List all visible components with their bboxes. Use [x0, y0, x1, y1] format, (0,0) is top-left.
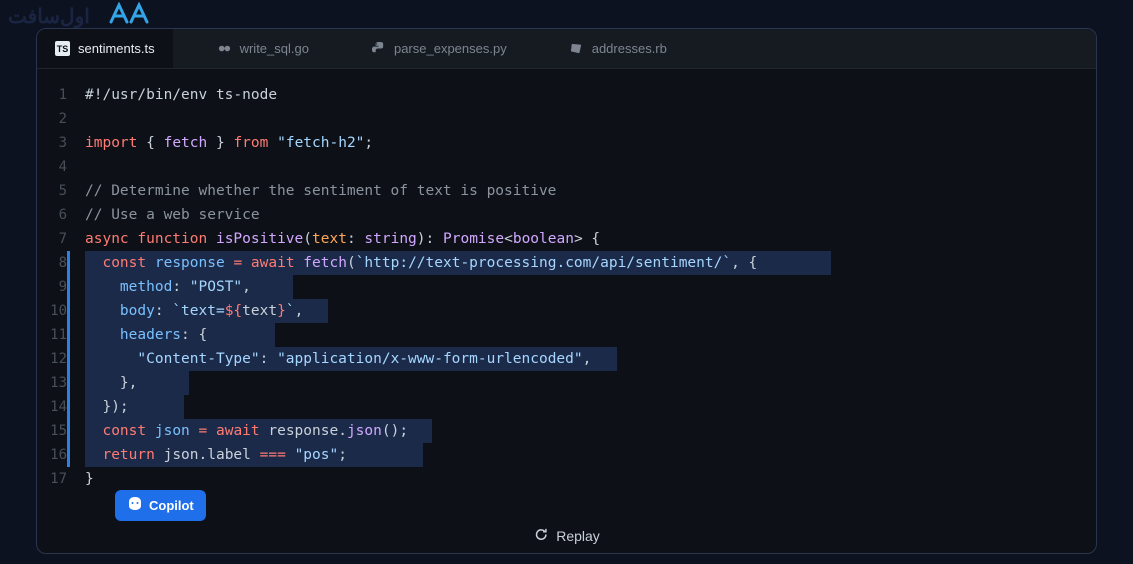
code-line[interactable]: "Content-Type": "application/x-www-form-… [85, 347, 1096, 371]
code-line[interactable] [85, 155, 1096, 179]
code-line[interactable]: } [85, 467, 1096, 491]
code-content[interactable]: #!/usr/bin/env ts-node import { fetch } f… [85, 83, 1096, 539]
code-line[interactable]: }, [85, 371, 1096, 395]
tab-label: parse_expenses.py [394, 41, 507, 56]
tab-sentiments-ts[interactable]: TS sentiments.ts [37, 29, 173, 68]
tab-parse_expenses-py[interactable]: parse_expenses.py [353, 29, 525, 68]
brand-logo [105, 2, 153, 26]
tab-label: sentiments.ts [78, 41, 155, 56]
ruby-icon [569, 41, 584, 56]
editor-window: TS sentiments.ts write_sql.go parse_expense… [36, 28, 1097, 554]
typescript-icon: TS [55, 41, 70, 56]
code-line[interactable]: async function isPositive(text: string):… [85, 227, 1096, 251]
code-line[interactable]: // Determine whether the sentiment of te… [85, 179, 1096, 203]
code-line[interactable]: // Use a web service [85, 203, 1096, 227]
copilot-button[interactable]: Copilot [115, 490, 206, 521]
code-line[interactable]: import { fetch } from "fetch-h2"; [85, 131, 1096, 155]
code-area[interactable]: 1234567891011121314151617 #!/usr/bin/env… [37, 69, 1096, 553]
code-line[interactable]: const json = await response.json(); [85, 419, 1096, 443]
code-line[interactable]: const response = await fetch(`http://tex… [85, 251, 1096, 275]
code-line[interactable]: }); [85, 395, 1096, 419]
tab-bar: TS sentiments.ts write_sql.go parse_expense… [37, 29, 1096, 69]
replay-button[interactable]: Replay [533, 527, 600, 545]
code-line[interactable]: headers: { [85, 323, 1096, 347]
line-gutter: 1234567891011121314151617 [37, 83, 85, 539]
replay-icon [533, 527, 548, 545]
tab-label: write_sql.go [240, 41, 309, 56]
replay-label: Replay [556, 528, 600, 544]
code-line[interactable]: #!/usr/bin/env ts-node [85, 83, 1096, 107]
copilot-icon [127, 496, 143, 515]
tab-label: addresses.rb [592, 41, 667, 56]
tab-write_sql-go[interactable]: write_sql.go [199, 29, 327, 68]
code-line[interactable]: method: "POST", [85, 275, 1096, 299]
python-icon [371, 41, 386, 56]
go-icon [217, 41, 232, 56]
code-line[interactable] [85, 107, 1096, 131]
tab-addresses-rb[interactable]: addresses.rb [551, 29, 685, 68]
copilot-label: Copilot [149, 498, 194, 513]
code-line[interactable]: body: `text=${text}`, [85, 299, 1096, 323]
code-line[interactable]: return json.label === "pos"; [85, 443, 1096, 467]
